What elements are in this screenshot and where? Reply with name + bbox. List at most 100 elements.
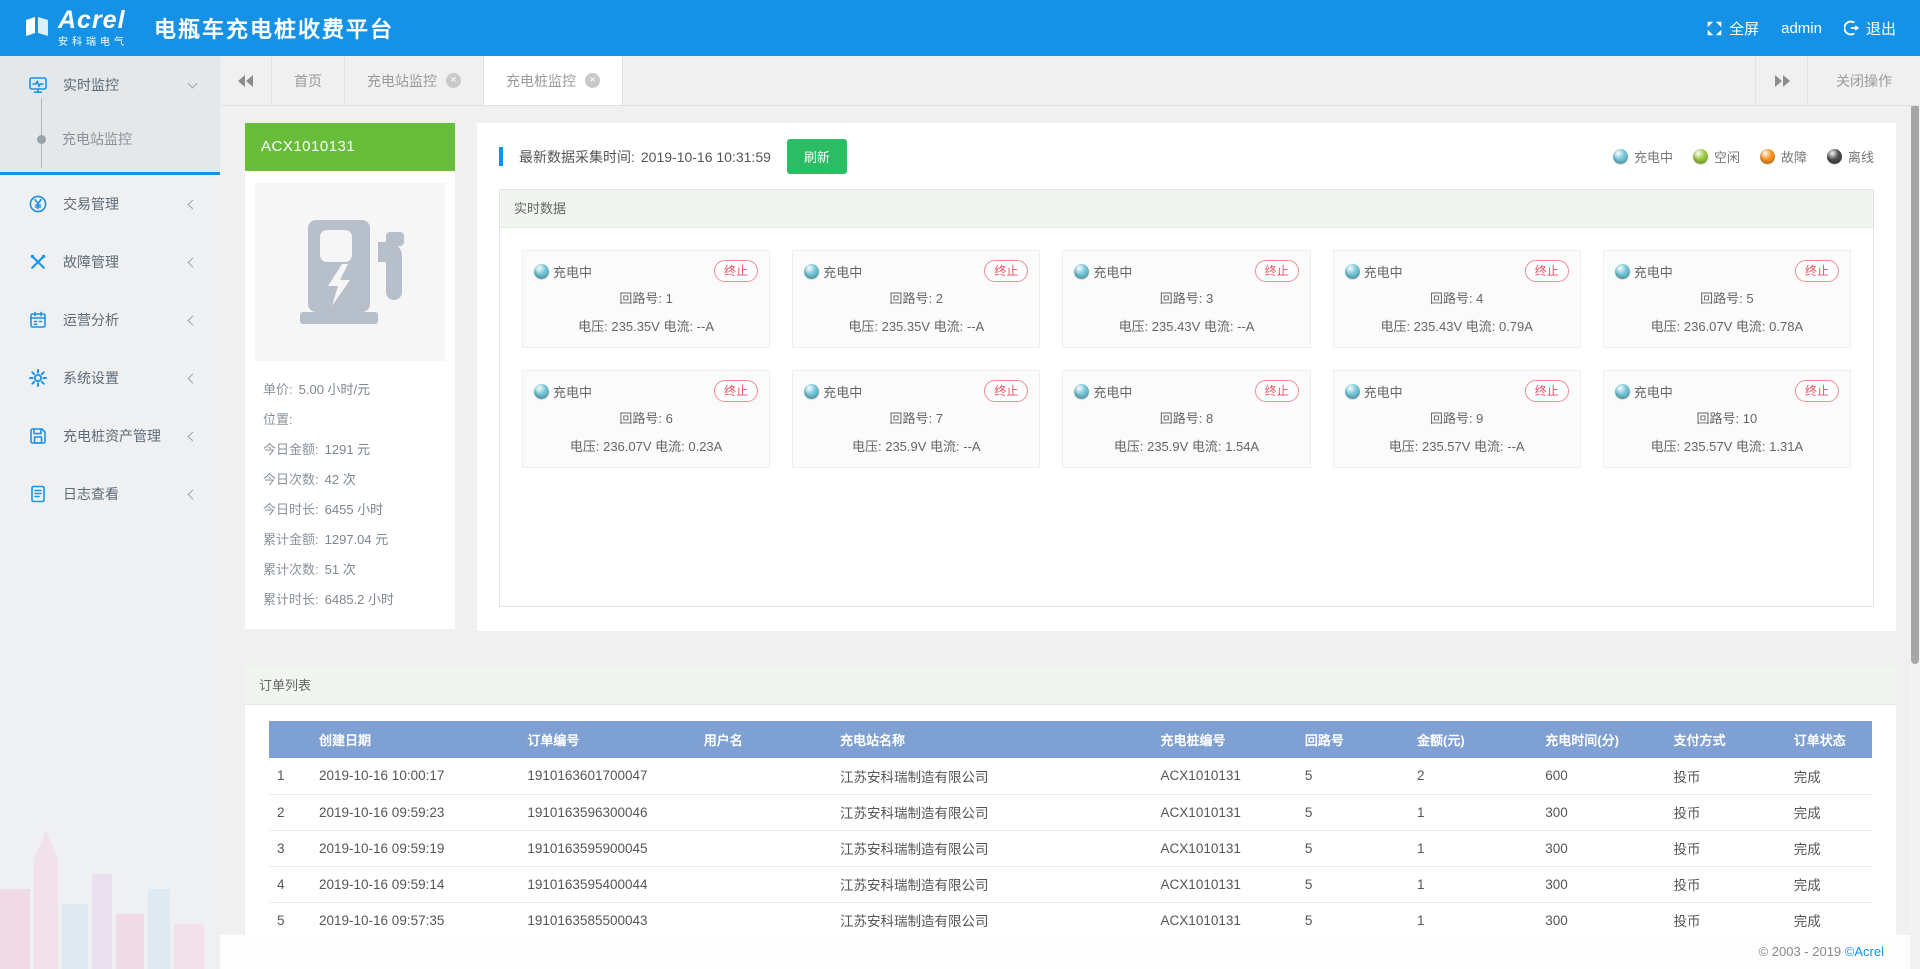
orders-title: 订单列表 xyxy=(245,667,1896,705)
circuit-number: 回路号: 2 xyxy=(804,288,1028,307)
sidebar-subitem[interactable]: 充电站监控 xyxy=(0,114,220,164)
circuit-number: 回路号: 9 xyxy=(1345,408,1569,427)
chevron-left-icon xyxy=(188,315,198,325)
stat-label: 累计金额: xyxy=(263,532,319,547)
fullscreen-button[interactable]: 全屏 xyxy=(1706,18,1759,39)
terminate-button[interactable]: 终止 xyxy=(984,380,1028,402)
stat-value: 6485.2 小时 xyxy=(325,592,394,607)
tab-close-icon[interactable]: × xyxy=(585,73,600,88)
table-cell: 2019-10-16 09:59:23 xyxy=(311,794,519,830)
table-row[interactable]: 42019-10-16 09:59:141910163595400044江苏安科… xyxy=(269,866,1872,902)
circuit-status-label: 充电中 xyxy=(553,382,592,401)
circuit-voltage-current: 电压: 235.43V 电流: 0.79A xyxy=(1345,316,1569,335)
table-cell xyxy=(696,758,832,794)
circuit-number: 回路号: 8 xyxy=(1074,408,1298,427)
charging-status-icon xyxy=(804,264,819,279)
terminate-button[interactable]: 终止 xyxy=(1255,260,1299,282)
charging-status-icon xyxy=(804,384,819,399)
tab-close-icon[interactable]: × xyxy=(446,73,461,88)
table-cell: 1 xyxy=(1409,902,1537,938)
sidebar-item[interactable]: 日志查看 xyxy=(0,465,220,523)
circuit-number: 回路号: 1 xyxy=(534,288,758,307)
logout-button[interactable]: 退出 xyxy=(1844,18,1896,39)
circuit-card: 充电中终止回路号: 5电压: 236.07V 电流: 0.78A xyxy=(1603,250,1851,348)
circuit-voltage-current: 电压: 235.9V 电流: 1.54A xyxy=(1074,436,1298,455)
table-cell: 投币 xyxy=(1665,902,1785,938)
table-cell: 300 xyxy=(1537,902,1665,938)
orders-table: 创建日期订单编号用户名充电站名称充电桩编号回路号金额(元)充电时间(分)支付方式… xyxy=(269,721,1872,939)
terminate-button[interactable]: 终止 xyxy=(1795,380,1839,402)
fullscreen-label: 全屏 xyxy=(1729,18,1759,39)
table-cell: 投币 xyxy=(1665,866,1785,902)
terminate-button[interactable]: 终止 xyxy=(1795,260,1839,282)
table-row[interactable]: 12019-10-16 10:00:171910163601700047江苏安科… xyxy=(269,758,1872,794)
footer-brand-link[interactable]: ©Acrel xyxy=(1845,944,1884,959)
sidebar-item-label: 日志查看 xyxy=(63,484,189,504)
station-stat: 单价:5.00 小时/元 xyxy=(263,375,437,405)
orders-col-header: 金额(元) xyxy=(1409,721,1537,758)
sidebar-item-label: 交易管理 xyxy=(63,194,189,214)
station-stat: 今日金额:1291 元 xyxy=(263,435,437,465)
circuit-status-label: 充电中 xyxy=(1364,262,1403,281)
legend-label: 空闲 xyxy=(1714,147,1740,166)
stat-label: 今日金额: xyxy=(263,442,319,457)
settings-icon xyxy=(28,368,48,388)
tab-item[interactable]: 充电站监控× xyxy=(345,56,484,105)
table-cell: 1 xyxy=(1409,830,1537,866)
table-cell: 1 xyxy=(1409,794,1537,830)
station-stat: 位置: xyxy=(263,405,437,435)
sidebar-item[interactable]: 充电桩资产管理 xyxy=(0,407,220,465)
username[interactable]: admin xyxy=(1781,20,1822,37)
table-cell: 2019-10-16 09:59:14 xyxy=(311,866,519,902)
table-cell: 5 xyxy=(1297,866,1409,902)
sidebar-item[interactable]: 故障管理 xyxy=(0,233,220,291)
table-cell: ACX1010131 xyxy=(1153,758,1297,794)
circuit-card: 充电中终止回路号: 1电压: 235.35V 电流: --A xyxy=(522,250,770,348)
terminate-button[interactable]: 终止 xyxy=(1255,380,1299,402)
charging-status-icon xyxy=(1345,264,1360,279)
circuit-voltage-current: 电压: 235.43V 电流: --A xyxy=(1074,316,1298,335)
table-row[interactable]: 32019-10-16 09:59:191910163595900045江苏安科… xyxy=(269,830,1872,866)
tab-list: 首页 充电站监控×充电桩监控× xyxy=(272,56,623,105)
tabs-scroll-left-button[interactable] xyxy=(220,56,272,105)
sidebar-item[interactable]: 系统设置 xyxy=(0,349,220,407)
table-cell: 江苏安科瑞制造有限公司 xyxy=(832,866,1153,902)
table-row[interactable]: 22019-10-16 09:59:231910163596300046江苏安科… xyxy=(269,794,1872,830)
table-row[interactable]: 52019-10-16 09:57:351910163585500043江苏安科… xyxy=(269,902,1872,938)
terminate-button[interactable]: 终止 xyxy=(714,380,758,402)
collect-time-label: 最新数据采集时间: xyxy=(519,147,635,167)
table-cell: 300 xyxy=(1537,866,1665,902)
circuit-card: 充电中终止回路号: 10电压: 235.57V 电流: 1.31A xyxy=(1603,370,1851,468)
vertical-scrollbar[interactable] xyxy=(1910,56,1920,969)
tabs-scroll-right-button[interactable] xyxy=(1755,56,1807,105)
terminate-button[interactable]: 终止 xyxy=(1525,380,1569,402)
table-cell xyxy=(696,902,832,938)
circuit-number: 回路号: 10 xyxy=(1615,408,1839,427)
station-stat: 今日次数:42 次 xyxy=(263,465,437,495)
terminate-button[interactable]: 终止 xyxy=(1525,260,1569,282)
scrollbar-thumb[interactable] xyxy=(1911,104,1919,664)
legend-label: 充电中 xyxy=(1634,147,1673,166)
terminate-button[interactable]: 终止 xyxy=(984,260,1028,282)
orders-col-header: 用户名 xyxy=(696,721,832,758)
tab-item[interactable]: 充电桩监控× xyxy=(484,56,623,105)
table-cell: 完成 xyxy=(1786,794,1872,830)
status-dot-icon xyxy=(1827,149,1842,164)
sidebar-item-label: 系统设置 xyxy=(63,368,189,388)
terminate-button[interactable]: 终止 xyxy=(714,260,758,282)
tab-item[interactable]: 首页 xyxy=(272,56,345,105)
legend-item: 离线 xyxy=(1827,147,1874,166)
sidebar-item[interactable]: 实时监控 xyxy=(0,56,220,114)
sidebar-item[interactable]: 交易管理 xyxy=(0,175,220,233)
table-cell xyxy=(696,830,832,866)
charging-pile-icon xyxy=(290,212,410,332)
charging-status-icon xyxy=(534,384,549,399)
sidebar-item[interactable]: 运营分析 xyxy=(0,291,220,349)
circuit-status-label: 充电中 xyxy=(1093,382,1132,401)
table-cell: 1910163595400044 xyxy=(519,866,695,902)
close-operations-button[interactable]: 关闭操作 xyxy=(1807,56,1920,105)
stat-value: 5.00 小时/元 xyxy=(299,382,371,397)
refresh-button[interactable]: 刷新 xyxy=(787,139,847,174)
circuit-number: 回路号: 5 xyxy=(1615,288,1839,307)
tab-label: 首页 xyxy=(294,71,322,91)
